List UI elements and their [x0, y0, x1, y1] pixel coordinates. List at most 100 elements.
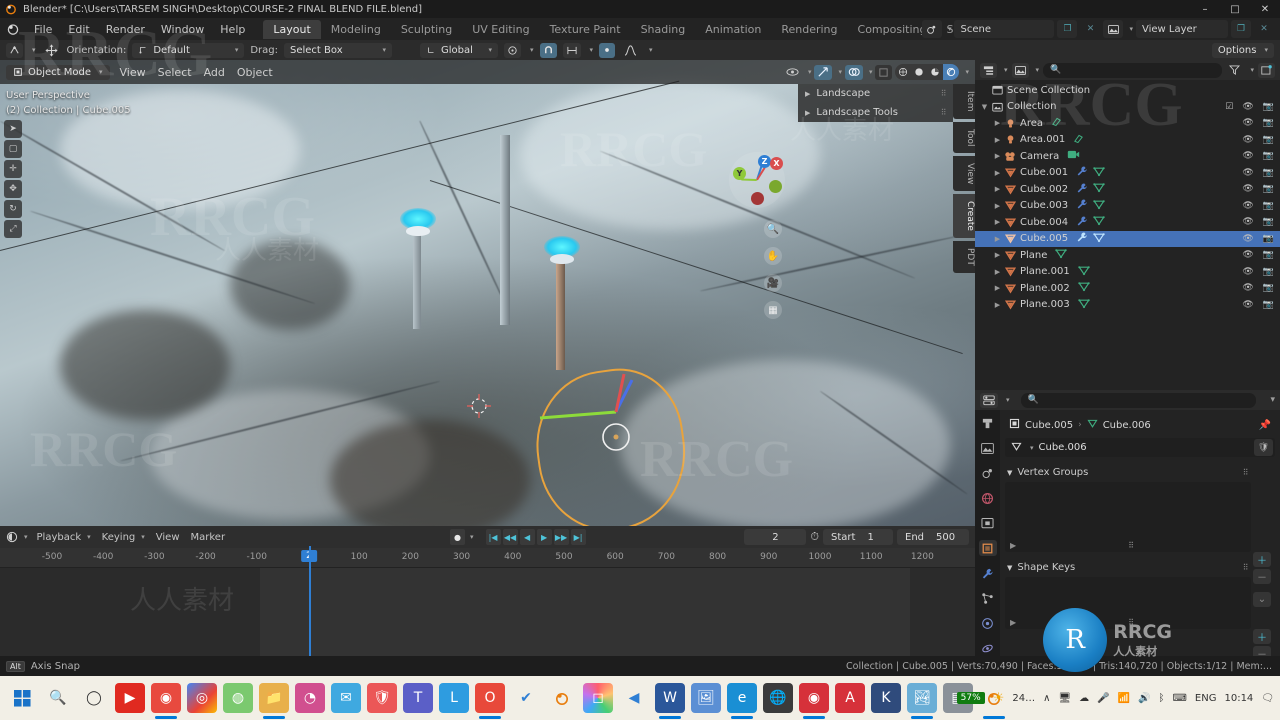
- camera-render-icon[interactable]: 📷: [1263, 300, 1274, 310]
- camera-render-icon[interactable]: 📷: [1263, 102, 1274, 112]
- media-player-icon[interactable]: ◉: [151, 683, 181, 713]
- viewport-tab-tool[interactable]: Tool: [953, 122, 975, 153]
- workspace-tab-shading[interactable]: Shading: [631, 20, 696, 39]
- filter-icon[interactable]: [1226, 63, 1243, 78]
- camera-render-icon[interactable]: 📷: [1263, 250, 1274, 260]
- shading-solid-icon[interactable]: [911, 64, 927, 80]
- camera-render-icon[interactable]: 📷: [1263, 118, 1274, 128]
- mesh-data-icon[interactable]: [1093, 166, 1105, 180]
- outliner-collection-row[interactable]: ▼ Collection ☑ 👁 📷: [975, 99, 1280, 116]
- display-mode-caret-icon[interactable]: ▾: [1036, 66, 1040, 74]
- viewport-tab-create[interactable]: Create: [953, 194, 975, 238]
- collection-disclosure-icon[interactable]: ▼: [979, 103, 990, 111]
- disclosure-icon[interactable]: ▶: [992, 218, 1003, 226]
- vscode-icon[interactable]: ◀: [619, 683, 649, 713]
- disclosure-icon[interactable]: ▶: [992, 301, 1003, 309]
- shading-rendered-icon[interactable]: [943, 64, 959, 80]
- workspace-tab-uv-editing[interactable]: UV Editing: [462, 20, 539, 39]
- modifier-icon[interactable]: [1076, 182, 1088, 197]
- mesh-data-icon[interactable]: [1093, 199, 1105, 213]
- eye-icon[interactable]: 👁: [1242, 267, 1253, 277]
- viewport-tab-pdt[interactable]: PDT: [953, 241, 975, 273]
- disclosure-icon[interactable]: ▶: [992, 136, 1003, 144]
- workspace-tab-sculpting[interactable]: Sculpting: [391, 20, 462, 39]
- play-reverse-button[interactable]: ◀: [520, 529, 535, 545]
- viewlayer-browse-icon[interactable]: [1103, 20, 1123, 38]
- editor-type-icon[interactable]: ▾: [6, 531, 28, 543]
- viewport-menu-select[interactable]: Select: [158, 66, 192, 79]
- mesh-data-icon[interactable]: [1093, 182, 1105, 196]
- eye-icon[interactable]: 👁: [1242, 300, 1253, 310]
- scale-tool-icon[interactable]: ⤢: [4, 220, 22, 238]
- language-indicator[interactable]: ENG: [1195, 693, 1217, 704]
- breadcrumb-data-name[interactable]: Cube.006: [1103, 420, 1151, 431]
- overlays-caret-icon[interactable]: ▾: [869, 68, 873, 76]
- app-red-icon[interactable]: ◉: [799, 683, 829, 713]
- caret-icon[interactable]: ▾: [87, 533, 91, 541]
- properties-options-caret-icon[interactable]: ▾: [1270, 395, 1275, 405]
- zoom-icon[interactable]: 🔍: [764, 220, 782, 238]
- outliner-row-cube-003[interactable]: ▶Cube.003👁📷: [975, 198, 1280, 215]
- camera-render-icon[interactable]: 📷: [1263, 217, 1274, 227]
- filter-caret-icon[interactable]: ▾: [1250, 66, 1254, 74]
- cursor-tool-icon[interactable]: ✛: [4, 160, 22, 178]
- jump-end-button[interactable]: ▶|: [571, 529, 586, 545]
- transform-space-dropdown[interactable]: Global ▾: [420, 43, 498, 58]
- transform-space-caret-icon[interactable]: ▾: [488, 46, 492, 54]
- current-frame-field[interactable]: 2: [744, 529, 806, 545]
- word-icon[interactable]: W: [655, 683, 685, 713]
- rotate-tool-icon[interactable]: ↻: [4, 200, 22, 218]
- camera-render-icon[interactable]: 📷: [1263, 267, 1274, 277]
- explorer-icon[interactable]: 📁: [259, 683, 289, 713]
- render-tab-icon[interactable]: [979, 440, 997, 456]
- app-green-icon[interactable]: ◍: [223, 683, 253, 713]
- menu-edit[interactable]: Edit: [60, 21, 97, 38]
- vertex-groups-section-header[interactable]: ▼ Vertex Groups ⠿: [1005, 463, 1275, 482]
- resize-grip-icon[interactable]: ⠿: [1128, 541, 1134, 550]
- shading-material-icon[interactable]: [927, 64, 943, 80]
- modifier-tab-icon[interactable]: [979, 565, 997, 581]
- overlays-toggle-icon[interactable]: [845, 65, 863, 80]
- lightroom-icon[interactable]: L: [439, 683, 469, 713]
- end-frame-field[interactable]: End 500: [897, 529, 969, 545]
- drag-caret-icon[interactable]: ▾: [382, 46, 386, 54]
- shading-caret-icon[interactable]: ▾: [965, 68, 969, 76]
- pin-icon[interactable]: 📌: [1259, 420, 1271, 431]
- close-button[interactable]: ✕: [1250, 0, 1280, 18]
- xray-toggle-icon[interactable]: [875, 65, 892, 80]
- shape-keys-section-header[interactable]: ▼ Shape Keys ⠿: [1005, 558, 1275, 577]
- tray-device-icon[interactable]: 🖥: [1058, 693, 1071, 704]
- viewlayer-name-field[interactable]: View Layer: [1136, 20, 1228, 38]
- menu-window[interactable]: Window: [153, 21, 212, 38]
- mail-icon[interactable]: ✉: [331, 683, 361, 713]
- add-shape-key-button[interactable]: ＋: [1253, 629, 1271, 644]
- snap-caret-icon[interactable]: ▾: [590, 46, 594, 54]
- properties-search-input[interactable]: 🔍: [1021, 393, 1257, 408]
- photos-icon[interactable]: 🏞: [907, 683, 937, 713]
- camera-render-icon[interactable]: 📷: [1263, 168, 1274, 178]
- view-axis-gizmo[interactable]: Z X Y: [729, 152, 785, 208]
- keyboard-icon[interactable]: ⌨: [1172, 693, 1186, 704]
- select-box-tool-icon[interactable]: ▢: [4, 140, 22, 158]
- mesh-data-icon[interactable]: [1093, 215, 1105, 229]
- new-scene-icon[interactable]: ❐: [1057, 20, 1077, 38]
- output-tab-icon[interactable]: [979, 465, 997, 481]
- tool-tab-icon[interactable]: [979, 415, 997, 431]
- timeline-menu-playback[interactable]: Playback▾: [37, 532, 91, 543]
- panel-landscape-tools[interactable]: ▶ Landscape Tools ⠿: [798, 103, 953, 122]
- scene-caret-icon[interactable]: ▾: [948, 25, 952, 33]
- outliner-row-cube-002[interactable]: ▶Cube.002👁📷: [975, 181, 1280, 198]
- record-caret-icon[interactable]: ▾: [470, 533, 474, 541]
- outliner-editor[interactable]: ▾ ▾ 🔍 ▾: [975, 60, 1280, 390]
- camera-data-icon[interactable]: [1067, 149, 1080, 163]
- collection-tab-icon[interactable]: [979, 515, 997, 531]
- disclosure-icon[interactable]: ▶: [992, 268, 1003, 276]
- eye-icon[interactable]: 👁: [1242, 234, 1253, 244]
- blender-taskbar-icon[interactable]: [547, 683, 577, 713]
- menu-help[interactable]: Help: [212, 21, 253, 38]
- outliner-row-plane-001[interactable]: ▶Plane.001👁📷: [975, 264, 1280, 281]
- next-keyframe-button[interactable]: ▶▶: [554, 529, 569, 545]
- tray-expand-icon[interactable]: ∧: [1043, 693, 1050, 704]
- viewport-tab-item[interactable]: Item: [953, 84, 975, 119]
- workspace-tab-texture-paint[interactable]: Texture Paint: [540, 20, 631, 39]
